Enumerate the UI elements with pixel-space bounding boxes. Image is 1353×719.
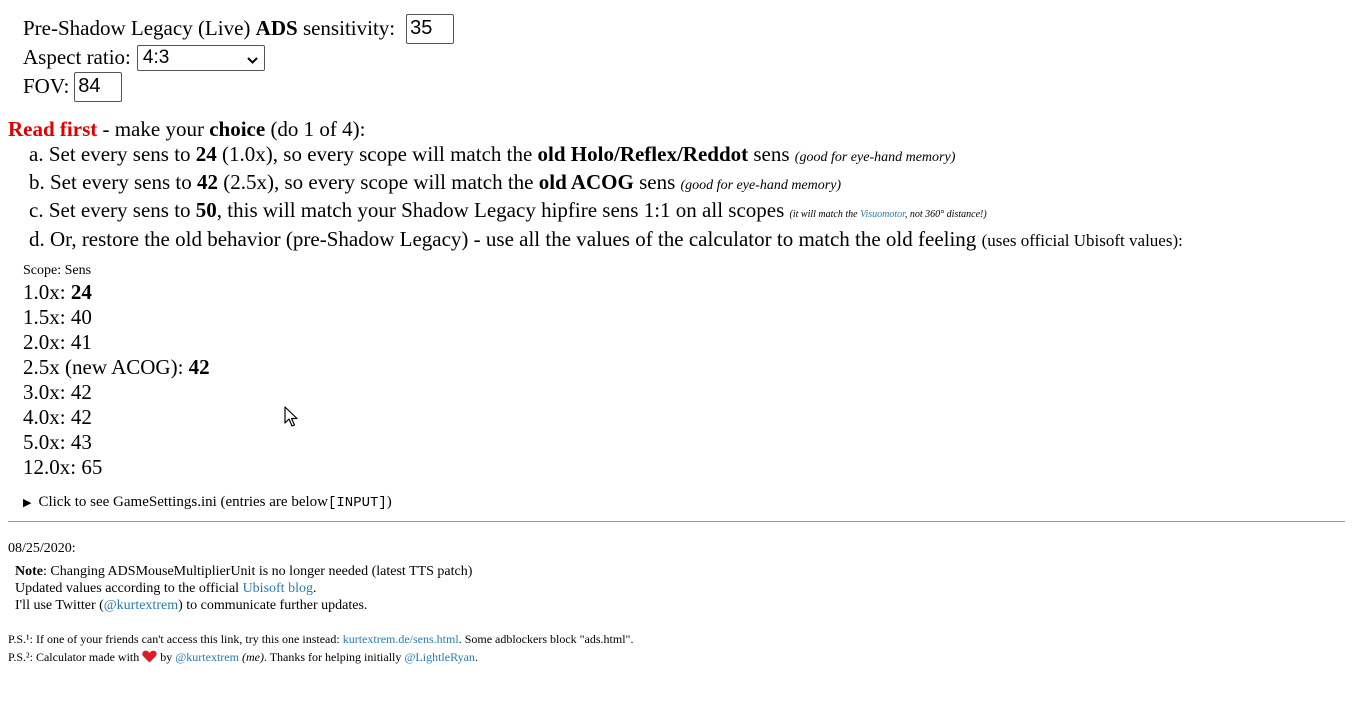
aspect-ratio-label: Aspect ratio:	[23, 45, 131, 69]
choice-d: d. Or, restore the old behavior (pre-Sha…	[29, 227, 1183, 251]
scope-sens-value: 24	[70, 280, 92, 304]
scope-label: 1.5x:	[23, 305, 71, 329]
scope-row: 4.0x: 42	[23, 405, 210, 430]
fov-label: FOV:	[23, 74, 70, 98]
heart-icon	[142, 650, 157, 663]
ubisoft-blog-link[interactable]: Ubisoft blog	[243, 581, 313, 596]
scope-label: 4.0x:	[23, 405, 71, 429]
ps-line-2: P.S.²: Calculator made with by @kurtextr…	[8, 650, 478, 664]
divider	[8, 521, 1345, 522]
scope-row: 1.5x: 40	[23, 305, 210, 330]
author-link[interactable]: @kurtextrem	[175, 650, 239, 664]
scope-sens-value: 41	[70, 330, 92, 354]
scope-label: 1.0x:	[23, 280, 71, 304]
chevron-down-icon	[247, 49, 258, 78]
twitter-line: I'll use Twitter (@kurtextrem) to commun…	[15, 598, 368, 613]
note-line: Note: Changing ADSMouseMultiplierUnit is…	[15, 564, 473, 579]
ads-sens-label: Pre-Shadow Legacy (Live) ADS sensitivity…	[23, 16, 396, 40]
gamesettings-toggle[interactable]: ▶ Click to see GameSettings.ini (entries…	[23, 494, 392, 511]
scope-label: 3.0x:	[23, 380, 71, 404]
scope-label: 12.0x:	[23, 455, 82, 479]
update-date: 08/25/2020:	[8, 541, 76, 556]
ads-sens-row: Pre-Shadow Legacy (Live) ADS sensitivity…	[23, 13, 455, 44]
scope-row: 5.0x: 43	[23, 430, 210, 455]
scope-sens-value: 65	[81, 455, 103, 479]
fov-input[interactable]	[74, 71, 123, 102]
read-first-heading: Read first - make your choice (do 1 of 4…	[8, 117, 366, 141]
alt-site-link[interactable]: kurtextrem.de/sens.html	[343, 632, 459, 646]
scope-sens-value: 42	[70, 380, 92, 404]
choice-a: a. Set every sens to 24 (1.0x), so every…	[29, 142, 956, 166]
scope-row: 2.0x: 41	[23, 330, 210, 355]
ads-sens-input[interactable]	[406, 13, 455, 44]
scope-list: 1.0x: 24 1.5x: 40 2.0x: 41 2.5x (new ACOG):…	[23, 280, 210, 480]
aspect-ratio-row: Aspect ratio: 4:3	[23, 43, 454, 72]
scope-label: 2.0x:	[23, 330, 71, 354]
disclosure-triangle-icon: ▶	[23, 497, 32, 509]
choice-b: b. Set every sens to 42 (2.5x), so every…	[29, 170, 842, 194]
scope-sens-value: 42	[188, 355, 210, 379]
scope-header: Scope: Sens	[23, 263, 92, 278]
helper-link[interactable]: @LightleRyan	[404, 650, 475, 664]
scope-sens-value: 40	[70, 305, 92, 329]
scope-row: 12.0x: 65	[23, 455, 210, 480]
update-notes: Note: Changing ADSMouseMultiplierUnit is…	[15, 563, 472, 614]
postscript: P.S.¹: If one of your friends can't acce…	[8, 630, 633, 666]
scope-sens-value: 43	[70, 430, 92, 454]
scope-row: 3.0x: 42	[23, 380, 210, 405]
choice-c: c. Set every sens to 50, this will match…	[29, 198, 987, 222]
mouse-cursor-icon	[284, 406, 298, 428]
aspect-ratio-select[interactable]: 4:3	[136, 44, 265, 71]
scope-sens-value: 42	[70, 405, 92, 429]
scope-label: 2.5x (new ACOG):	[23, 355, 189, 379]
scope-row: 2.5x (new ACOG): 42	[23, 355, 210, 380]
twitter-link[interactable]: @kurtextrem	[104, 598, 178, 613]
updated-line: Updated values according to the official…	[15, 581, 317, 596]
settings-panel: Pre-Shadow Legacy (Live) ADS sensitivity…	[23, 13, 455, 102]
scope-row: 1.0x: 24	[23, 280, 210, 305]
fov-row: FOV:	[23, 71, 454, 102]
read-first-label: Read first	[8, 117, 98, 141]
visuomotor-link[interactable]: Visuomotor	[860, 209, 905, 220]
choice-list: a. Set every sens to 24 (1.0x), so every…	[29, 142, 1183, 253]
scope-label: 5.0x:	[23, 430, 71, 454]
ps-line-1: P.S.¹: If one of your friends can't acce…	[8, 632, 634, 646]
